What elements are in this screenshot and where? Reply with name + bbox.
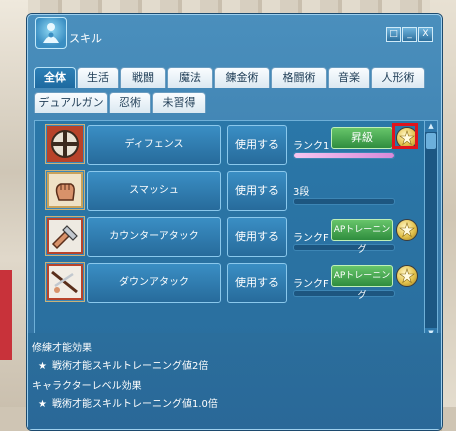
tab-magic[interactable]: 魔法 [167,67,213,88]
use-skill-button[interactable]: 使用する [227,125,287,165]
tab-unlearned[interactable]: 未習得 [152,92,206,113]
training-progress-bar [293,244,395,251]
ap-training-button[interactable]: APトレーニング [331,265,393,301]
skill-row: スマッシュ 使用する 3段 [41,169,421,213]
skill-name-button[interactable]: ディフェンス [87,125,221,165]
skill-icon-box[interactable] [45,262,85,302]
training-progress-bar [293,290,395,297]
tab-martial-arts[interactable]: 格闘術 [271,67,327,88]
title-bar[interactable]: スキル □ _ X [28,15,441,55]
rank-up-button[interactable]: 昇級 [331,127,393,149]
down-attack-icon [47,264,83,300]
tab-combat[interactable]: 戦闘 [120,67,166,88]
skill-window: スキル □ _ X 全体 生活 戦闘 魔法 錬金術 格闘術 音楽 人形術 デュア… [27,14,442,430]
window-title: スキル [69,32,102,45]
star-coin-icon[interactable] [396,265,418,287]
ap-training-button[interactable]: APトレーニング [331,219,393,255]
effects-panel: 修練才能効果 ★ 戦術才能スキルトレーニング値2倍 キャラクターレベル効果 ★ 戦術… [28,333,441,429]
scroll-up-icon[interactable]: ▲ [425,121,437,132]
window-option-button[interactable]: □ [386,27,401,42]
skill-icon-box[interactable] [45,170,85,210]
tab-ninjutsu[interactable]: 忍術 [109,92,151,113]
skill-icon-box[interactable] [45,216,85,256]
talent-effect-item: ★ 戦術才能スキルトレーニング値2倍 [38,361,209,372]
tab-all[interactable]: 全体 [34,67,76,88]
background-left-pillar [0,0,28,431]
skill-rank: 3段 [293,187,310,198]
skill-row: ダウンアタック 使用する ランクF APトレーニング [41,261,421,305]
star-bullet-icon: ★ [38,361,47,372]
close-button[interactable]: X [418,27,433,42]
skill-row: カウンターアタック 使用する ランクF APトレーニング [41,215,421,259]
tab-puppetry[interactable]: 人形術 [371,67,425,88]
level-effect-item: ★ 戦術才能スキルトレーニング値1.0倍 [38,399,218,410]
skill-name-button[interactable]: カウンターアタック [87,217,221,257]
use-skill-button[interactable]: 使用する [227,217,287,257]
skill-name-button[interactable]: ダウンアタック [87,263,221,303]
highlight-box [392,123,418,149]
tab-dual-gun[interactable]: デュアルガン [34,92,108,113]
talent-effect-title: 修練才能効果 [32,343,92,354]
tab-life[interactable]: 生活 [77,67,119,88]
skill-row: ディフェンス 使用する ランク1 昇級 [41,123,421,167]
scroll-thumb[interactable] [426,133,436,149]
skill-name-button[interactable]: スマッシュ [87,171,221,211]
skill-rank: ランクF [293,279,329,290]
star-bullet-icon: ★ [38,399,47,410]
skill-list: ディフェンス 使用する ランク1 昇級 スマッシュ 使用する 3段 カウンターア… [34,120,425,340]
skill-rank: ランク1 [293,141,330,152]
minimize-button[interactable]: _ [402,27,417,42]
training-progress-bar [293,198,395,205]
skill-icon-box[interactable] [45,124,85,164]
level-effect-title: キャラクターレベル効果 [32,381,142,392]
tab-music[interactable]: 音楽 [328,67,370,88]
use-skill-button[interactable]: 使用する [227,171,287,211]
training-progress-bar [293,152,395,159]
shield-icon [47,126,83,162]
fist-icon [47,172,83,208]
skill-window-icon [35,17,67,49]
skill-list-scrollbar[interactable]: ▲ ▼ [424,120,438,340]
star-coin-icon[interactable] [396,219,418,241]
counter-icon [47,218,83,254]
skill-rank: ランクF [293,233,329,244]
use-skill-button[interactable]: 使用する [227,263,287,303]
tab-alchemy[interactable]: 錬金術 [214,67,270,88]
